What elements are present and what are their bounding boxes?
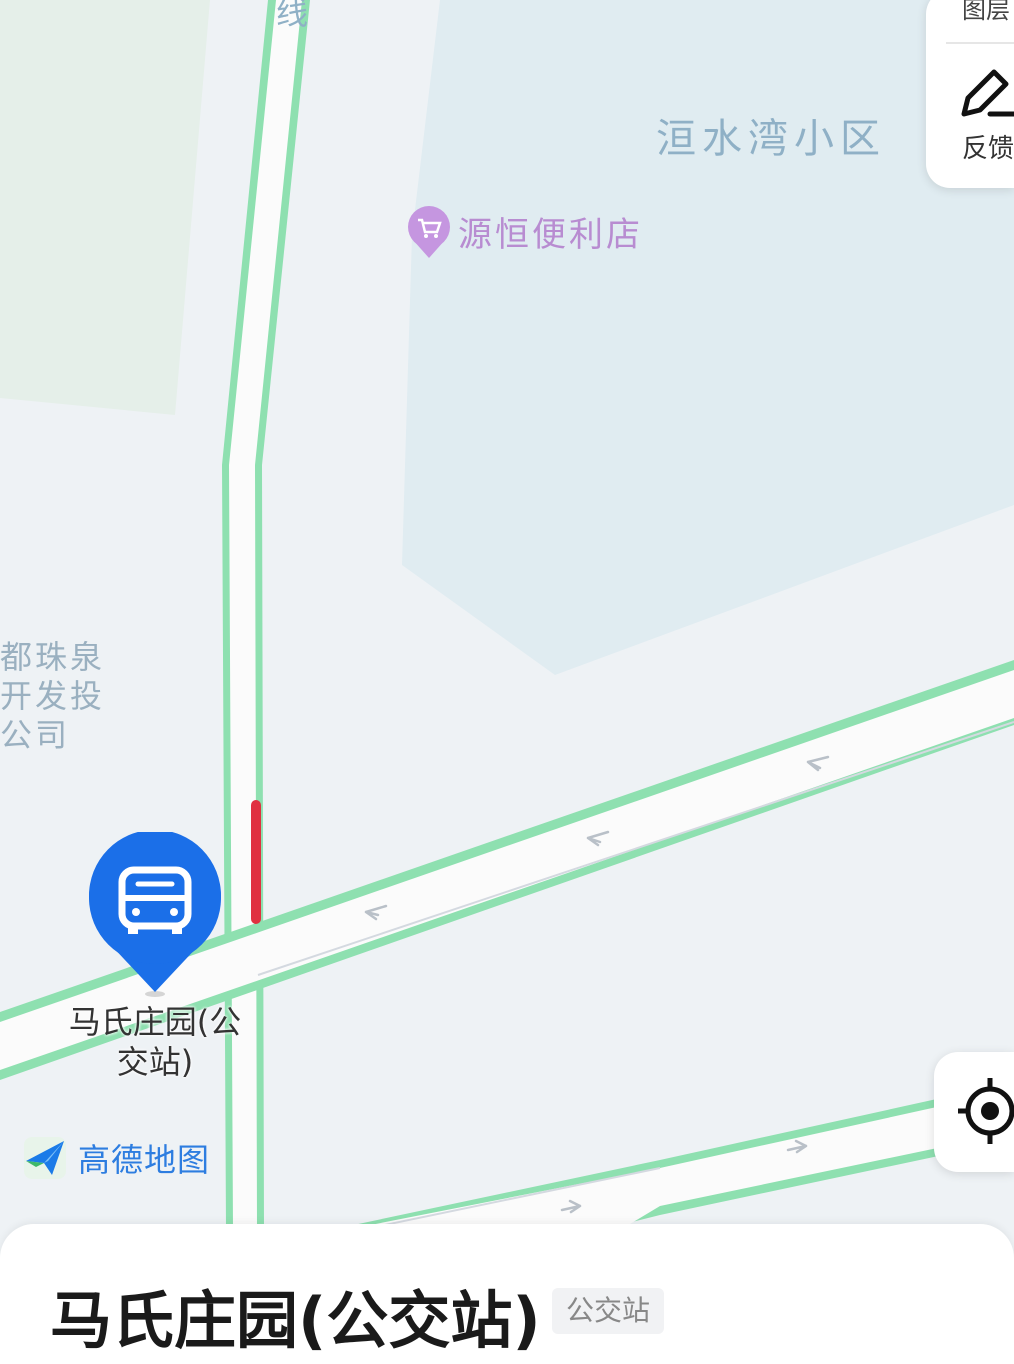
locate-crosshair-icon <box>958 1078 1014 1144</box>
map-tools-panel: 图层 反馈 <box>926 0 1014 188</box>
logo-text: 高德地图 <box>78 1141 211 1179</box>
layers-button[interactable]: 图层 <box>962 0 1010 25</box>
green-area <box>0 0 210 415</box>
category-tag: 公交站 <box>552 1288 665 1334</box>
bus-stop-label-line2: 交站) <box>116 1043 194 1081</box>
bus-stop-pin[interactable] <box>88 832 222 1000</box>
place-label-line2: 开发投 <box>0 677 106 715</box>
place-title: 马氏庄园(公交站) <box>50 1284 541 1357</box>
locate-button[interactable] <box>934 1052 1014 1172</box>
feedback-button-label[interactable]: 反馈 <box>962 128 1014 165</box>
district-label: 洹水湾小区 <box>656 116 886 162</box>
bus-stop-label-line1: 马氏庄园(公 <box>68 1003 242 1041</box>
amap-logo: 高德地图 <box>22 1135 210 1181</box>
residential-area <box>402 0 1014 675</box>
panel-divider <box>946 42 1014 44</box>
bus-stop-label[interactable]: 马氏庄园(公 交站) <box>50 1002 260 1082</box>
place-detail-sheet[interactable]: 马氏庄园(公交站) 公交站 <box>0 1224 1014 1364</box>
lower-road <box>330 1082 1014 1230</box>
amap-paper-plane-icon <box>24 1137 66 1179</box>
pencil-icon[interactable] <box>956 66 1014 126</box>
traffic-congestion-segment <box>251 800 261 924</box>
poi-label[interactable]: 源恒便利店 <box>458 207 643 256</box>
road-name-label: 线 <box>276 0 315 32</box>
place-label-line3: 公司 <box>0 716 71 754</box>
place-label-line1: 都珠泉 <box>0 638 106 676</box>
